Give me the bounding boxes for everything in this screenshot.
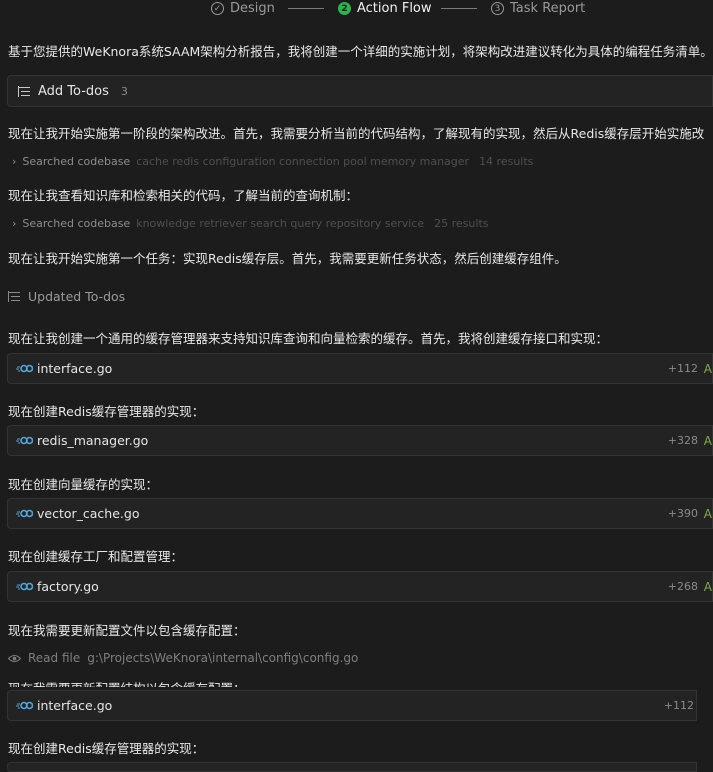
searched-codebase-item[interactable]: › Searched codebase cache redis configur… bbox=[12, 155, 533, 168]
search-results-count: 25 results bbox=[434, 217, 489, 230]
step-connector bbox=[288, 8, 324, 9]
file-name: factory.go bbox=[37, 579, 99, 594]
searched-codebase-item[interactable]: › Searched codebase knowledge retriever … bbox=[12, 217, 489, 230]
eye-icon bbox=[8, 654, 21, 662]
file-name: vector_cache.go bbox=[37, 506, 140, 521]
assistant-message: 现在我需要更新配置结构以包含缓存配置： bbox=[8, 678, 713, 687]
read-file-label: Read file bbox=[28, 651, 81, 665]
go-file-icon bbox=[16, 364, 33, 373]
file-change-row[interactable] bbox=[7, 762, 697, 772]
step-number-icon: 2 bbox=[338, 2, 351, 15]
updated-todos-label: Updated To-dos bbox=[28, 289, 126, 304]
file-status-badge: A bbox=[703, 506, 712, 521]
go-file-icon bbox=[16, 701, 33, 710]
assistant-message: 现在让我开始实施第一阶段的架构改进。首先，我需要分析当前的代码结构，了解现有的实… bbox=[8, 126, 705, 141]
file-status-badge: A bbox=[703, 433, 712, 448]
step-connector bbox=[441, 8, 477, 9]
assistant-message: 现在创建Redis缓存管理器的实现： bbox=[8, 741, 205, 756]
step-number-icon: 3 bbox=[491, 2, 504, 15]
file-status-badge: A bbox=[703, 579, 712, 594]
updated-todos-item[interactable]: Updated To-dos bbox=[8, 289, 125, 304]
todo-panel-title: Add To-dos bbox=[38, 83, 109, 99]
assistant-message: 现在创建Redis缓存管理器的实现： bbox=[8, 404, 205, 419]
file-name: interface.go bbox=[37, 698, 113, 713]
check-icon: ✓ bbox=[211, 2, 224, 15]
read-file-path: g:\Projects\WeKnora\internal\config\conf… bbox=[87, 651, 359, 665]
go-file-icon bbox=[16, 436, 33, 445]
search-label: Searched codebase bbox=[22, 217, 131, 230]
lines-added: +268 bbox=[667, 580, 698, 593]
file-name: redis_manager.go bbox=[37, 433, 149, 448]
chevron-right-icon: › bbox=[12, 217, 17, 230]
progress-stepper: ✓ Design 2 Action Flow 3 Task Report bbox=[0, 0, 713, 18]
search-query: knowledge retriever search query reposit… bbox=[136, 217, 425, 230]
go-file-icon bbox=[16, 509, 33, 518]
file-name: interface.go bbox=[37, 361, 113, 376]
assistant-message: 现在让我开始实施第一个任务：实现Redis缓存层。首先，我需要更新任务状态，然后… bbox=[8, 251, 567, 266]
lines-added: +112 bbox=[667, 362, 698, 375]
read-file-item[interactable]: Read file g:\Projects\WeKnora\internal\c… bbox=[8, 651, 358, 665]
search-results-count: 14 results bbox=[479, 155, 534, 168]
assistant-message: 现在让我查看知识库和检索相关的代码，了解当前的查询机制： bbox=[8, 188, 359, 203]
assistant-message: 现在让我创建一个通用的缓存管理器来支持知识库查询和向量检索的缓存。首先，我将创建… bbox=[8, 331, 609, 346]
file-change-row[interactable]: factory.go +268 A bbox=[7, 571, 713, 602]
chevron-right-icon: › bbox=[12, 155, 17, 168]
file-status-badge: A bbox=[703, 361, 712, 376]
step-label: Task Report bbox=[510, 1, 586, 16]
search-label: Searched codebase bbox=[22, 155, 131, 168]
file-change-row[interactable]: interface.go +112 A bbox=[7, 353, 713, 384]
step-design[interactable]: ✓ Design bbox=[211, 0, 275, 17]
todo-list-icon bbox=[18, 85, 30, 97]
step-label: Action Flow bbox=[357, 1, 432, 16]
lines-added: +328 bbox=[667, 434, 698, 447]
todo-count-badge: 3 bbox=[120, 84, 128, 98]
search-query: cache redis configuration connection poo… bbox=[136, 155, 470, 168]
file-change-row[interactable]: vector_cache.go +390 A bbox=[7, 498, 713, 529]
step-action-flow[interactable]: 2 Action Flow bbox=[338, 0, 432, 17]
add-todos-panel[interactable]: Add To-dos 3 bbox=[7, 75, 713, 107]
lines-added: +390 bbox=[667, 507, 698, 520]
assistant-message: 现在创建向量缓存的实现： bbox=[8, 477, 159, 492]
assistant-message: 现在我需要更新配置文件以包含缓存配置： bbox=[8, 623, 246, 638]
step-label: Design bbox=[230, 1, 275, 16]
step-task-report[interactable]: 3 Task Report bbox=[491, 0, 585, 17]
todo-list-icon bbox=[8, 291, 20, 302]
assistant-message: 基于您提供的WeKnora系统SAAM架构分析报告，我将创建一个详细的实施计划，… bbox=[8, 44, 713, 59]
assistant-message: 现在创建缓存工厂和配置管理： bbox=[8, 549, 184, 564]
file-change-row[interactable]: interface.go +112 bbox=[7, 690, 697, 721]
file-change-row[interactable]: redis_manager.go +328 A bbox=[7, 425, 713, 456]
go-file-icon bbox=[16, 582, 33, 591]
lines-added: +112 bbox=[663, 699, 694, 712]
